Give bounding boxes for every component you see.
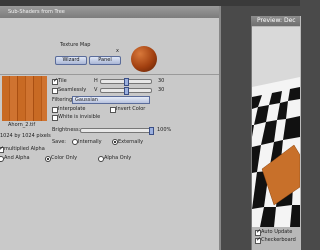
material-preview-sphere (131, 46, 157, 72)
filtering-label: Filtering: (52, 97, 74, 103)
checkerboard-scene (252, 27, 300, 227)
sub-shaders-dialog: Sub-Shaders from Tree Texture Map x Wiza… (0, 6, 221, 250)
alpha-only-label: Alpha Only (104, 155, 132, 161)
white-invisible-label: White is invisible (58, 114, 101, 120)
save-internally-label: Internally (78, 139, 102, 145)
preview-viewport[interactable] (252, 27, 300, 227)
v-slider-knob[interactable] (124, 87, 129, 95)
interpolate-label: Interpolate (58, 106, 86, 112)
invert-color-label: Invert Color (116, 106, 146, 112)
wizard-button[interactable]: Wizard (55, 56, 87, 65)
brightness-slider[interactable] (80, 127, 154, 135)
filtering-value: Gaussian (75, 97, 98, 103)
filtering-select[interactable]: Gaussian (72, 96, 150, 104)
seamlessly-label: Seamlessly (58, 87, 87, 93)
and-alpha-label: And Alpha (4, 155, 30, 161)
dialog-title: Sub-Shaders from Tree (8, 9, 65, 15)
save-label: Save: (52, 139, 66, 145)
premultiplied-alpha-label: multiplied Alpha (4, 146, 45, 152)
divider (0, 74, 219, 75)
v-value: 30 (158, 87, 165, 93)
brightness-label: Brightness: (52, 127, 81, 133)
thumbnail-dimensions: 1024 by 1024 pixels (0, 133, 51, 139)
v-label: V (94, 87, 98, 93)
color-only-label: Color Only (51, 155, 78, 161)
h-slider[interactable] (100, 78, 152, 86)
tile-label: Tile (58, 78, 67, 84)
close-icon[interactable]: x (116, 48, 119, 54)
brightness-slider-knob[interactable] (149, 127, 154, 135)
save-externally-label: Externally (118, 139, 144, 145)
h-slider-knob[interactable] (124, 78, 129, 86)
dialog-titlebar[interactable]: Sub-Shaders from Tree (0, 6, 219, 18)
texture-thumbnail[interactable] (2, 76, 47, 121)
h-label: H (94, 78, 98, 84)
preview-options: ✓ Auto Update ✓ Checkerboard (252, 227, 300, 250)
h-value: 30 (158, 78, 165, 84)
texture-map-label: Texture Map (60, 42, 91, 48)
thumbnail-filename: Ahorn_2.tif (8, 122, 36, 128)
v-slider[interactable] (100, 87, 152, 95)
auto-update-label: Auto Update (261, 229, 293, 235)
brightness-value: 100% (157, 127, 172, 133)
preview-title: Preview: Dec (251, 16, 300, 26)
checkerboard-label: Checkerboard (261, 237, 296, 243)
panel-button[interactable]: Panel (89, 56, 121, 65)
